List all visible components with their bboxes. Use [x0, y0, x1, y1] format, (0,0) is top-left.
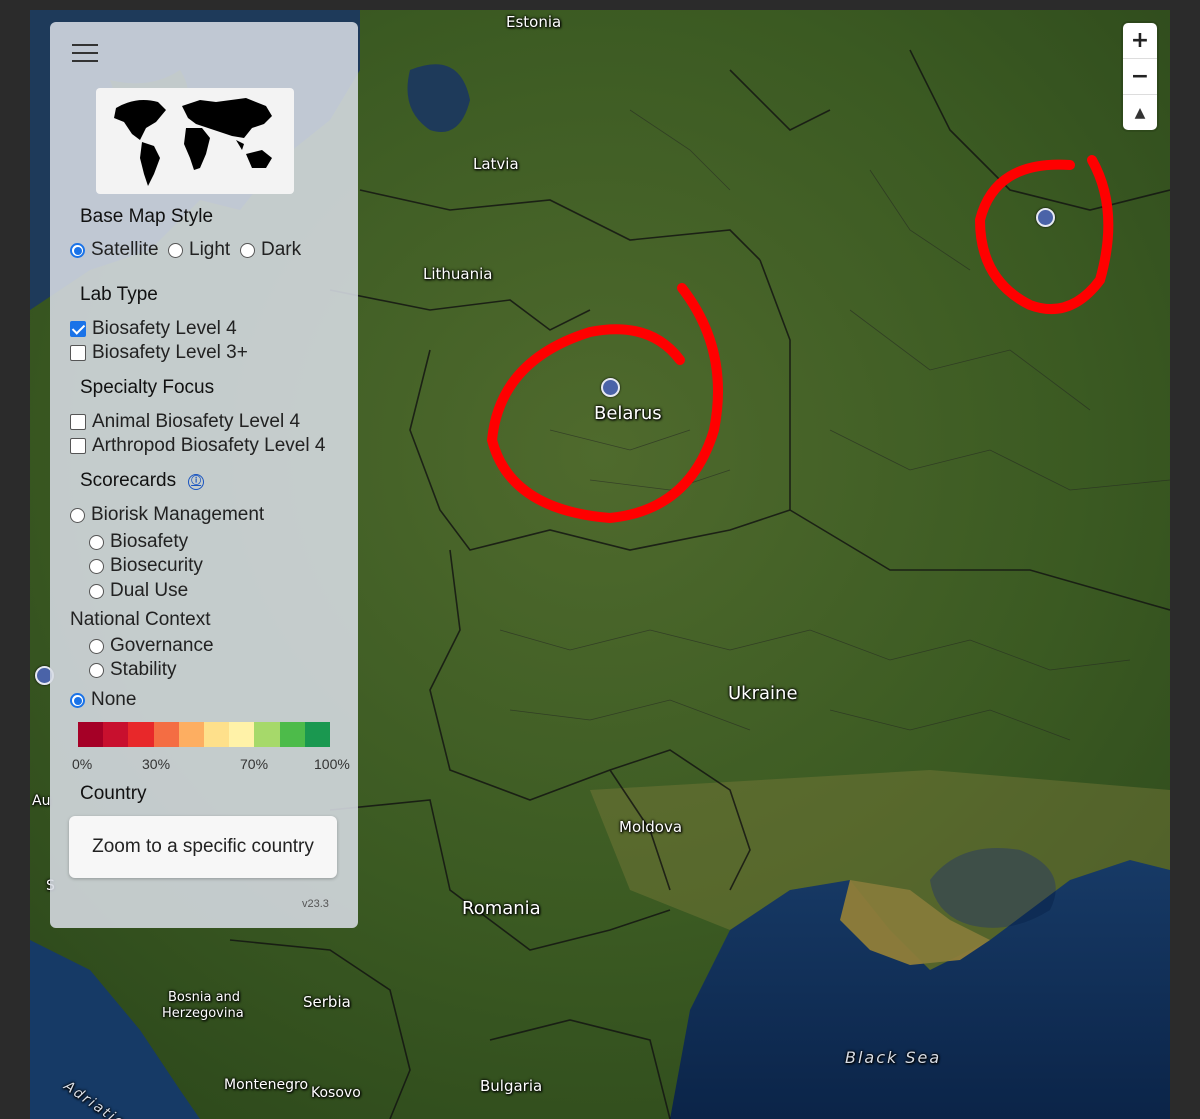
absl4-option[interactable]: Animal Biosafety Level 4	[70, 411, 300, 433]
base-map-style-heading: Base Map Style	[80, 206, 214, 227]
biorisk-label: Biorisk Management	[91, 504, 265, 525]
label-bosnia-line1: Bosnia and	[168, 990, 241, 1005]
label-bosnia-line2: Herzegovina	[162, 1006, 244, 1021]
basemap-dark-option[interactable]: Dark	[240, 239, 301, 261]
zoom-controls: + − ▲	[1123, 23, 1157, 130]
national-context-label: National Context	[70, 609, 211, 630]
scale-tick-30: 30%	[142, 756, 171, 772]
basemap-satellite-label: Satellite	[91, 239, 159, 260]
scorecards-heading: Scorecards ⓘ	[80, 470, 205, 492]
country-heading: Country	[80, 783, 147, 804]
scale-swatch-5	[204, 722, 230, 747]
color-scale-legend	[78, 722, 331, 747]
label-moldova: Moldova	[619, 818, 683, 836]
scale-tick-70: 70%	[240, 756, 269, 772]
arthropod-bsl4-checkbox[interactable]	[70, 438, 86, 454]
biorisk-radio[interactable]	[70, 507, 85, 523]
biosecurity-option[interactable]: Biosecurity	[89, 555, 203, 577]
label-estonia: Estonia	[506, 13, 562, 31]
basemap-light-label: Light	[189, 239, 231, 260]
scale-tick-0: 0%	[72, 756, 93, 772]
scorecards-title: Scorecards	[80, 470, 177, 491]
stability-label: Stability	[110, 659, 177, 680]
absl4-label: Animal Biosafety Level 4	[92, 411, 301, 432]
label-montenegro: Montenegro	[224, 1077, 309, 1093]
governance-option[interactable]: Governance	[89, 635, 214, 657]
biosafety-label: Biosafety	[110, 531, 189, 552]
label-serbia: Serbia	[303, 993, 351, 1011]
lab-marker-belarus[interactable]	[601, 378, 620, 397]
hamburger-menu-icon[interactable]	[72, 44, 98, 64]
lab-type-heading: Lab Type	[80, 284, 158, 305]
bsl4-label: Biosafety Level 4	[92, 318, 237, 339]
scale-tick-100: 100%	[314, 756, 350, 772]
basemap-light-radio[interactable]	[168, 242, 183, 258]
none-option[interactable]: None	[70, 689, 136, 711]
arthropod-bsl4-label: Arthropod Biosafety Level 4	[92, 435, 326, 456]
label-latvia: Latvia	[473, 155, 519, 173]
version-label: v23.3	[302, 898, 329, 910]
bsl3plus-option[interactable]: Biosafety Level 3+	[70, 342, 248, 364]
scale-swatch-6	[229, 722, 255, 747]
scale-swatch-2	[128, 722, 154, 747]
scale-swatch-0	[78, 722, 104, 747]
biosafety-option[interactable]: Biosafety	[89, 531, 188, 553]
basemap-satellite-option[interactable]: Satellite	[70, 239, 159, 261]
compass-reset-button[interactable]: ▲	[1123, 95, 1157, 130]
stability-option[interactable]: Stability	[89, 659, 177, 681]
basemap-dark-label: Dark	[261, 239, 302, 260]
zoom-in-button[interactable]: +	[1123, 23, 1157, 59]
basemap-dark-radio[interactable]	[240, 242, 255, 258]
bsl4-checkbox[interactable]	[70, 321, 86, 337]
scale-swatch-3	[153, 722, 179, 747]
stability-radio[interactable]	[89, 662, 104, 678]
dual-use-radio[interactable]	[89, 583, 104, 599]
none-label: None	[91, 689, 137, 710]
label-kosovo: Kosovo	[311, 1085, 361, 1101]
control-panel: Base Map Style Satellite Light Dark Lab …	[50, 22, 358, 928]
label-lithuania: Lithuania	[423, 265, 493, 283]
info-icon[interactable]: ⓘ	[188, 474, 205, 490]
bsl3plus-label: Biosafety Level 3+	[92, 342, 248, 363]
label-bulgaria: Bulgaria	[480, 1077, 543, 1095]
bsl4-option[interactable]: Biosafety Level 4	[70, 318, 237, 340]
scale-swatch-7	[254, 722, 280, 747]
none-radio[interactable]	[70, 692, 85, 708]
specialty-focus-heading: Specialty Focus	[80, 377, 215, 398]
absl4-checkbox[interactable]	[70, 414, 86, 430]
label-belarus: Belarus	[594, 403, 662, 424]
scale-swatch-4	[178, 722, 205, 747]
scale-swatch-8	[279, 722, 305, 747]
label-romania: Romania	[462, 898, 541, 919]
governance-radio[interactable]	[89, 638, 104, 654]
bsl3plus-checkbox[interactable]	[70, 345, 86, 361]
governance-label: Governance	[110, 635, 214, 656]
zoom-to-country-button[interactable]: Zoom to a specific country	[69, 816, 337, 878]
biosecurity-radio[interactable]	[89, 558, 104, 574]
scale-swatch-9	[304, 722, 331, 747]
world-map-thumbnail[interactable]	[96, 88, 294, 194]
label-black-sea: Black Sea	[845, 1048, 942, 1067]
biosecurity-label: Biosecurity	[110, 555, 203, 576]
dual-use-label: Dual Use	[110, 580, 189, 601]
basemap-light-option[interactable]: Light	[168, 239, 230, 261]
lab-marker-moscow[interactable]	[1036, 208, 1055, 227]
dual-use-option[interactable]: Dual Use	[89, 580, 188, 602]
basemap-satellite-radio[interactable]	[70, 242, 85, 258]
biosafety-radio[interactable]	[89, 534, 104, 550]
zoom-out-button[interactable]: −	[1123, 59, 1157, 95]
label-austria-partial: Au	[32, 793, 51, 809]
biorisk-option[interactable]: Biorisk Management	[70, 504, 264, 526]
scale-swatch-1	[103, 722, 129, 747]
label-ukraine: Ukraine	[728, 683, 798, 704]
arthropod-bsl4-option[interactable]: Arthropod Biosafety Level 4	[70, 435, 325, 457]
